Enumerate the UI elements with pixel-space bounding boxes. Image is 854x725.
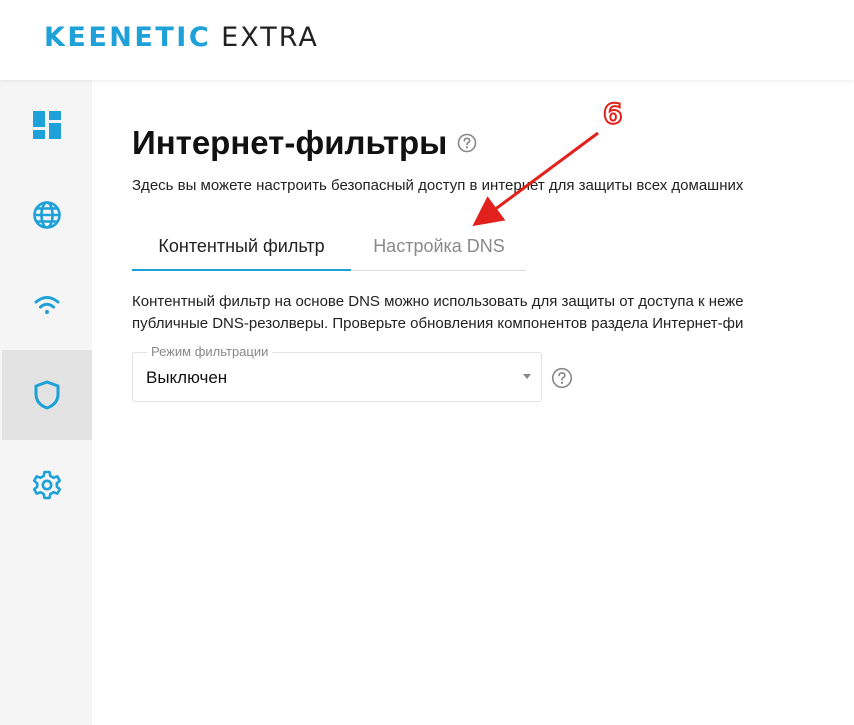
caret-down-icon [523,374,531,379]
gear-icon [32,470,62,500]
sidebar-item-settings[interactable] [2,440,92,530]
logo[interactable]: KEENETIC EXTRA [44,22,319,53]
dashboard-icon [33,111,61,139]
page-description: Здесь вы можете настроить безопасный дос… [132,177,744,194]
tab-dns-settings[interactable]: Настройка DNS [352,231,526,271]
filter-mode-select[interactable]: Режим фильтрации Выключен [132,344,542,402]
filter-mode-value: Выключен [146,368,228,387]
help-icon[interactable] [457,133,477,153]
wifi-icon [34,296,60,314]
logo-model: EXTRA [221,22,319,53]
sidebar-item-wifi[interactable] [2,260,92,350]
filter-description: Контентный фильтр на основе DNS можно ис… [132,291,744,335]
top-header: KEENETIC EXTRA [0,0,854,80]
logo-brand: KEENETIC [44,22,212,53]
sidebar [0,80,92,725]
filter-mode-help-icon[interactable] [551,367,573,389]
filter-description-line1: Контентный фильтр на основе DNS можно ис… [132,293,744,310]
page-title-row: Интернет-фильтры [132,124,477,162]
sidebar-item-security[interactable] [2,350,92,440]
shield-icon [34,380,60,410]
filter-description-line2: публичные DNS-резолверы. Проверьте обнов… [132,315,744,332]
tab-bar: Контентный фильтр Настройка DNS [132,231,526,271]
filter-mode-label: Режим фильтрации [147,344,273,359]
page-title: Интернет-фильтры [132,124,448,161]
sidebar-item-dashboard[interactable] [2,80,92,170]
tab-content-filter[interactable]: Контентный фильтр [132,231,351,271]
globe-icon [33,201,61,229]
main-content: Интернет-фильтры Здесь вы можете настрои… [92,80,854,725]
sidebar-item-internet[interactable] [2,170,92,260]
